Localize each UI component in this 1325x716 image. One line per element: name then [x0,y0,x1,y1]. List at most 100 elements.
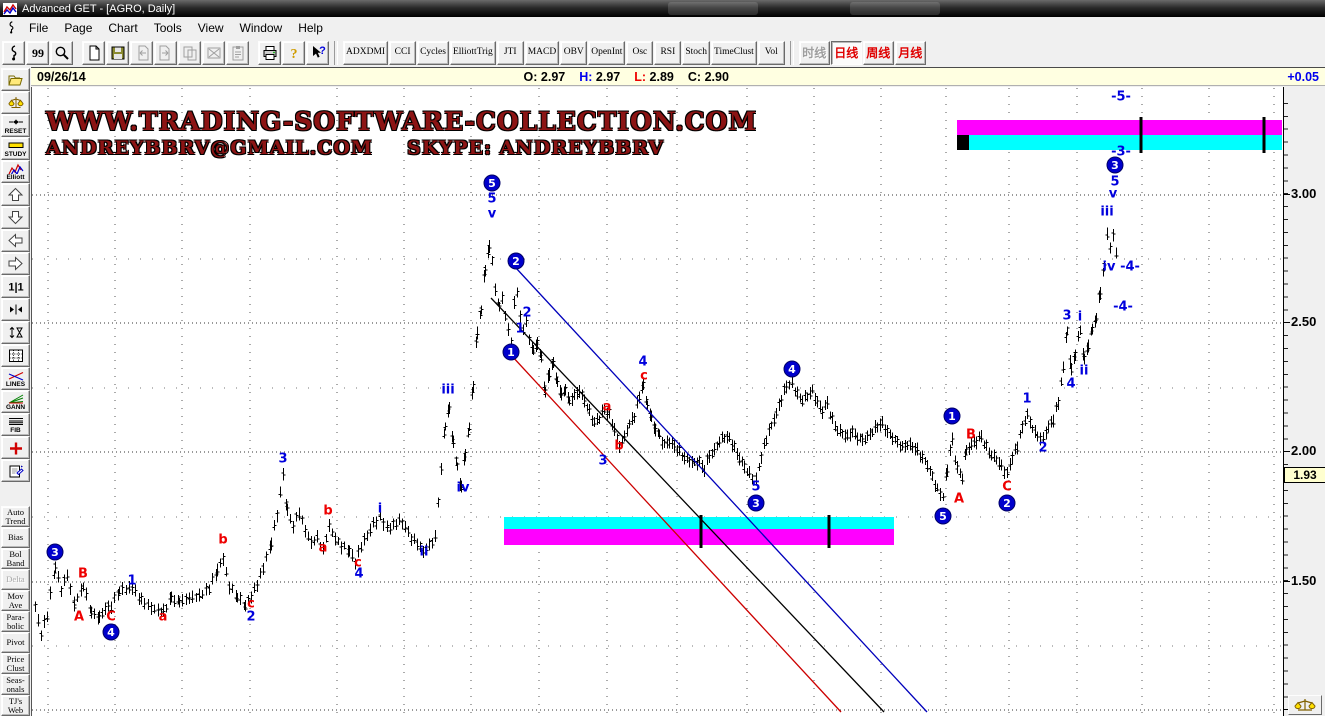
wave-label: b [218,533,227,548]
menu-window[interactable]: Window [232,18,291,38]
save-icon [110,45,126,61]
elliott-icon [8,162,24,174]
save-button[interactable] [106,41,129,65]
wave-label: 4 [1066,377,1075,392]
axis-tick-major [1284,451,1290,452]
elliott-trig-button[interactable]: ElliottTrig [450,41,496,65]
chart-area[interactable]: BACabcabcabcBAC1234iiiiiiiv5v12345123iii… [31,87,1325,716]
scales-button[interactable] [1,91,30,114]
ohlc-field: H: 2.97 [579,70,620,84]
sort-hourglass-icon [8,325,24,340]
band-time-tick [1140,117,1143,153]
adx-dmi-button[interactable]: ADXDMI [343,41,388,65]
arrow-left-button[interactable] [1,229,30,252]
print-button[interactable] [258,41,281,65]
wave-circle-number: 3 [51,546,59,559]
scales-corner-button[interactable] [1288,695,1322,715]
wave-label: b [614,439,623,454]
ohlc-readout: O: 2.97H: 2.97L: 2.89C: 2.90 [524,70,729,84]
menu-file[interactable]: File [21,18,56,38]
paste-button [226,41,249,65]
scales-icon [1294,697,1316,713]
menu-page[interactable]: Page [56,18,100,38]
seasonals-button[interactable]: Seas-onals [1,674,30,695]
crosshair-button[interactable] [1,436,30,459]
pivot-button[interactable]: Pivot [1,632,30,653]
study-button[interactable]: STUDY [1,137,30,160]
arrow-down-icon [8,210,24,225]
wave-label: i [378,502,382,517]
auto-trend-button[interactable]: AutoTrend [1,506,30,527]
menu-tools[interactable]: Tools [146,18,190,38]
jti-button[interactable]: JTI [497,41,524,65]
help-button[interactable]: ? [282,41,305,65]
wave-label: 4 [354,567,363,582]
wave-label: a [159,610,168,625]
gann-button[interactable]: GANN [1,390,30,413]
notes-button[interactable] [1,459,30,482]
weekly-button[interactable]: 周线 [863,41,894,65]
trend-channel-line [516,268,927,712]
open-int-button[interactable]: OpenInt [588,41,625,65]
cycles-button[interactable]: Cycles [417,41,449,65]
tjs-web-button[interactable]: TJ'sWeb [1,695,30,716]
cci-button[interactable]: CCI [389,41,416,65]
parabolic-button[interactable]: Para-bolic [1,611,30,632]
advanced-get-window: Advanced GET - [AGRO, Daily] FilePageCha… [0,0,1325,716]
open-chart-icon [8,72,24,87]
notes-icon [8,463,24,478]
bol-band-button[interactable]: BolBand [1,548,30,569]
rsi-button[interactable]: RSI [654,41,681,65]
arrow-left-icon [8,233,24,248]
menu-help[interactable]: Help [290,18,331,38]
elliott-button[interactable]: Elliott [1,160,30,183]
wave-label: -4- [1113,300,1133,315]
axis-tick-major [1284,194,1290,195]
price-chart[interactable]: BACabcabcabcBAC1234iiiiiiiv5v12345123iii… [32,88,1283,716]
arrow-up-button[interactable] [1,183,30,206]
open-chart-button[interactable] [1,68,30,91]
quotes-button[interactable]: 99 [26,41,49,65]
title-bar[interactable]: Advanced GET - [AGRO, Daily] [0,0,1325,17]
arrow-right-button[interactable] [1,252,30,275]
wave-label: b [323,504,332,519]
daily-button[interactable]: 日线 [831,41,862,65]
osc-button[interactable]: Osc [626,41,653,65]
fib-button[interactable]: FIB [1,413,30,436]
wave-label: 5 [487,192,496,207]
monthly-button[interactable]: 月线 [895,41,926,65]
wave-label: 1 [515,322,524,337]
lines-button[interactable]: LINES [1,367,30,390]
mov-ave-button[interactable]: MovAve [1,590,30,611]
vol-button[interactable]: Vol [758,41,785,65]
context-help-button[interactable]: ? [306,41,329,65]
compress-button[interactable] [1,298,30,321]
stoch-button[interactable]: Stoch [682,41,710,65]
grid-button[interactable] [1,344,30,367]
next-page-icon [158,45,174,61]
trend-channel-line [491,298,884,712]
macd-button[interactable]: MACD [525,41,560,65]
ohlc-field: L: 2.89 [634,70,674,84]
axis-minor-ticks [1284,91,1288,711]
zoom-button[interactable] [50,41,73,65]
compare-pages-button[interactable]: 1|1 [1,275,30,298]
page-pin-button[interactable] [2,41,25,65]
axis-tick-major [1284,581,1290,582]
menu-chart[interactable]: Chart [100,18,145,38]
arrow-down-button[interactable] [1,206,30,229]
prev-page-icon [134,45,150,61]
obv-button[interactable]: OBV [560,41,587,65]
price-axis[interactable]: 3.002.502.001.5011.93 [1283,87,1325,716]
child-window-icon[interactable] [5,20,18,35]
time-clust-button[interactable]: TimeClust [711,41,757,65]
sort-hourglass-button[interactable] [1,321,30,344]
axis-tick-major [1284,322,1290,323]
new-chart-button[interactable] [82,41,105,65]
wave-label: iii [441,383,454,398]
reset-button[interactable]: RESET [1,114,30,137]
menu-view[interactable]: View [190,18,232,38]
wave-circle-number: 5 [939,510,947,523]
bias-button[interactable]: Bias [1,527,30,548]
price-clust-button[interactable]: PriceClust [1,653,30,674]
